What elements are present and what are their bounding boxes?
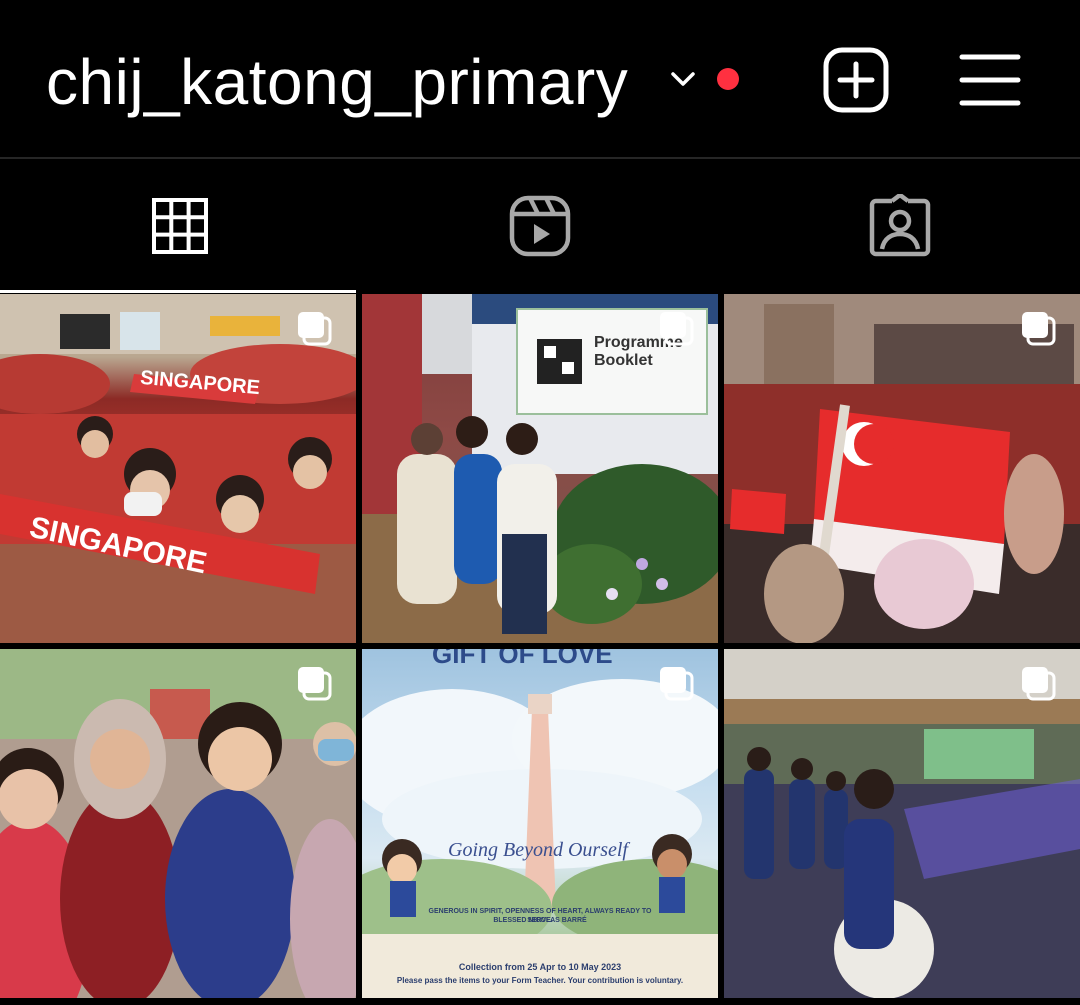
post-3[interactable] [724, 294, 1080, 643]
chevron-down-icon[interactable] [668, 64, 698, 94]
tab-posts-grid[interactable] [0, 159, 360, 292]
post-1[interactable]: SINGAPORE SINGAPORE [0, 294, 356, 643]
multiple-posts-icon [298, 667, 332, 701]
profile-tabs [0, 159, 1080, 292]
going-beyond-text: Going Beyond Ourself [448, 839, 628, 861]
tab-reels[interactable] [360, 159, 720, 292]
multiple-posts-icon [660, 667, 694, 701]
multiple-posts-icon [298, 312, 332, 346]
reels-icon [509, 195, 571, 256]
notification-dot [717, 68, 739, 90]
multiple-posts-icon [660, 312, 694, 346]
collection-dates: Collection from 25 Apr to 10 May 2023 [458, 962, 622, 972]
gift-of-love-title: GIFT OF LOVE [432, 649, 613, 669]
multiple-posts-icon [1022, 312, 1056, 346]
collection-instructions: Please pass the items to your Form Teach… [396, 976, 684, 985]
posts-grid: SINGAPORE SINGAPORE Programme Booklet GI… [0, 294, 1080, 1005]
post-5[interactable]: GIFT OF LOVE Going Beyond Ourself GENERO… [362, 649, 718, 998]
plus-square-icon[interactable] [822, 46, 890, 114]
tab-tagged[interactable] [720, 159, 1080, 292]
post-4[interactable] [0, 649, 356, 998]
hamburger-menu-icon[interactable] [958, 52, 1022, 108]
post-6[interactable] [724, 649, 1080, 998]
post-2[interactable]: Programme Booklet [362, 294, 718, 643]
active-tab-indicator [0, 290, 356, 293]
profile-header: chij_katong_primary [0, 0, 1080, 158]
motto-attribution: BLESSED NICOLAS BARRÉ [493, 917, 587, 924]
multiple-posts-icon [1022, 667, 1056, 701]
grid-icon [152, 197, 208, 254]
account-username[interactable]: chij_katong_primary [46, 42, 628, 122]
tagged-icon [869, 193, 931, 256]
